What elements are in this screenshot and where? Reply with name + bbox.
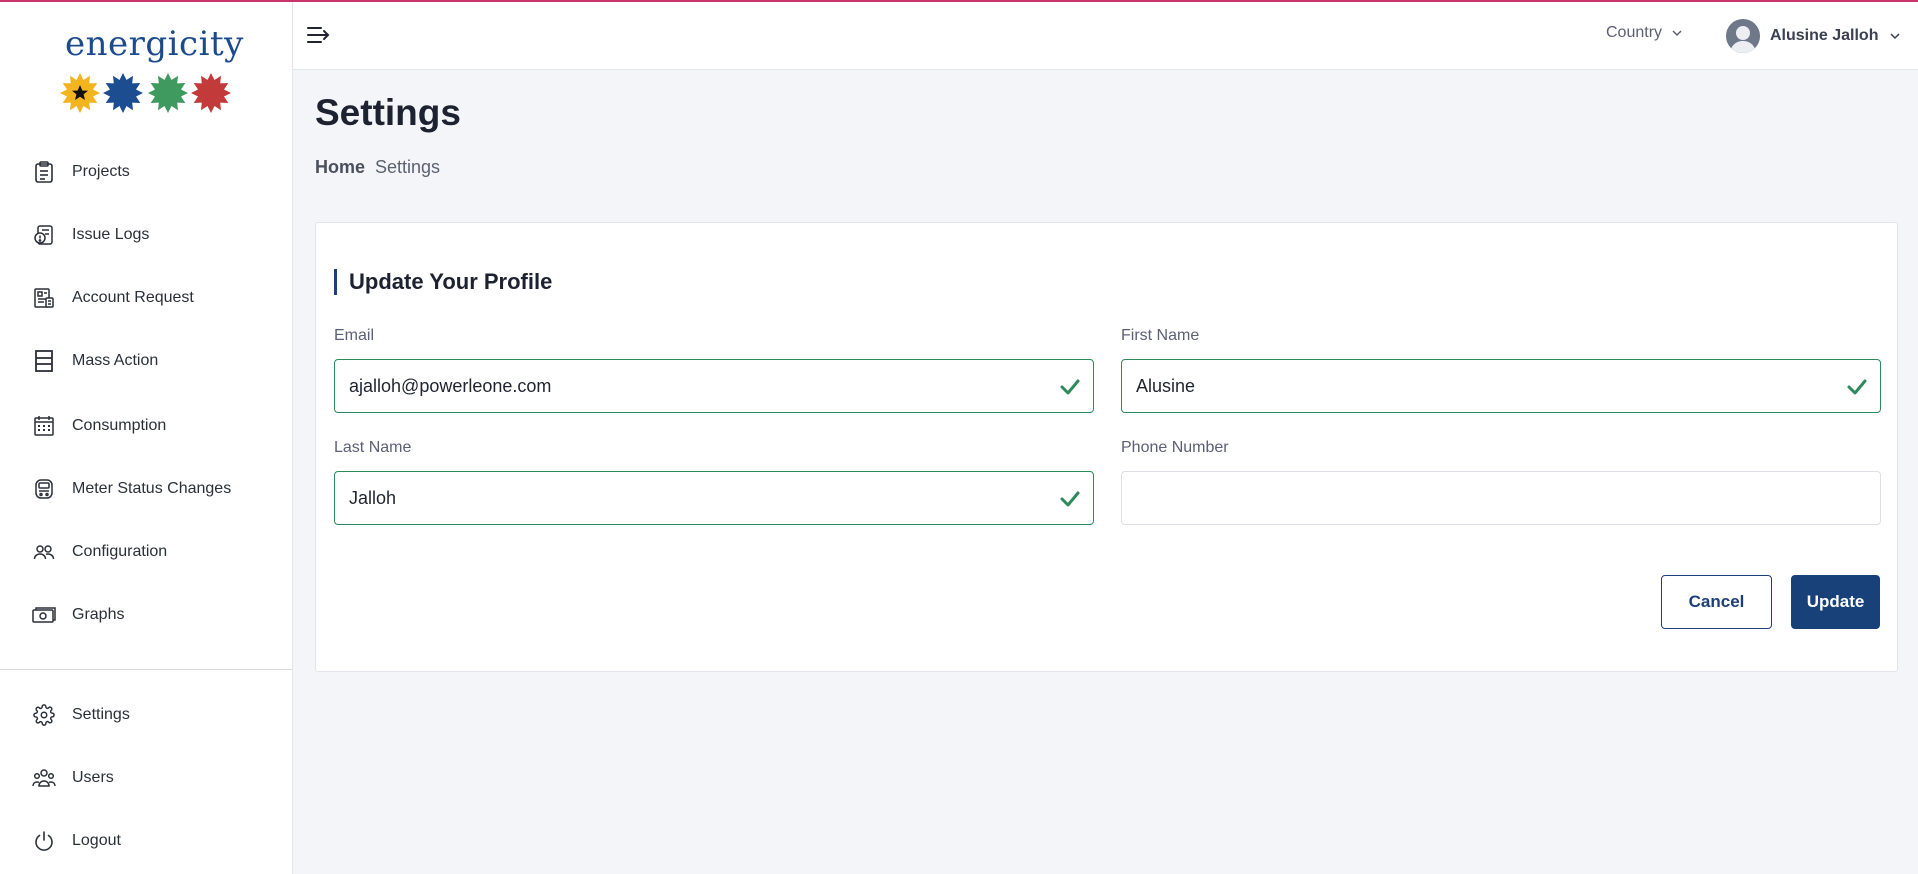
sidebar-item-logout[interactable]: Logout [0,816,292,866]
sidebar-item-label: Logout [72,832,121,849]
breadcrumb-current: Settings [375,157,441,177]
sidebar-item-account-request[interactable]: Account Request [0,273,292,323]
top-header: Country Alusine Jalloh [293,2,1918,70]
meter-icon [32,477,56,501]
issue-log-icon [32,223,56,247]
gear-icon [32,703,56,727]
sidebar-item-label: Graphs [72,606,125,623]
cash-icon [32,603,56,627]
last-name-field[interactable] [335,472,1093,524]
users-group-icon [32,766,56,790]
cancel-button[interactable]: Cancel [1661,575,1772,629]
user-menu[interactable]: Alusine Jalloh [1726,18,1900,54]
logo-text: energicity [65,24,244,64]
sidebar-item-label: Account Request [72,289,194,306]
logo-stars-icon [60,73,231,113]
card-title: Update Your Profile [334,269,552,295]
energicity-logo[interactable]: energicity [60,24,244,116]
clipboard-list-icon [32,160,56,184]
sidebar-item-users[interactable]: Users [0,753,292,803]
sidebar-item-label: Consumption [72,417,167,434]
sidebar: energicity Projects Issue Logs Account R… [0,0,293,874]
user-name: Alusine Jalloh [1770,27,1879,44]
menu-toggle-icon[interactable] [306,23,332,47]
country-selector[interactable]: Country [1606,24,1682,42]
sidebar-item-label: Meter Status Changes [72,480,232,497]
sidebar-item-label: Settings [72,706,130,723]
check-icon [1060,491,1080,507]
sidebar-item-label: Mass Action [72,352,159,369]
power-icon [32,829,56,853]
sidebar-item-configuration[interactable]: Configuration [0,527,292,577]
users-pair-icon [32,540,56,564]
breadcrumb-home-link[interactable]: Home [315,157,365,178]
country-label: Country [1606,24,1663,41]
profile-card: Update Your Profile Email First Name Las… [315,222,1898,672]
page-title: Settings [315,92,461,133]
email-field[interactable] [335,360,1093,412]
grid-rows-icon [32,349,56,373]
last-name-field-wrapper [334,471,1094,525]
email-field-wrapper [334,359,1094,413]
first-name-label: First Name [1121,327,1200,344]
avatar [1726,19,1760,53]
sidebar-item-projects[interactable]: Projects [0,147,292,197]
sidebar-item-label: Configuration [72,543,168,560]
update-button[interactable]: Update [1791,575,1880,629]
phone-number-field-wrapper [1121,471,1881,525]
top-accent-bar [0,0,1918,2]
phone-number-label: Phone Number [1121,439,1229,456]
first-name-field[interactable] [1122,360,1880,412]
sidebar-divider [0,669,292,670]
breadcrumb: Home Settings [315,157,440,178]
chevron-down-icon [1672,30,1682,37]
sidebar-item-label: Projects [72,163,130,180]
sidebar-item-consumption[interactable]: Consumption [0,401,292,451]
sidebar-item-mass-action[interactable]: Mass Action [0,336,292,386]
email-label: Email [334,327,375,344]
sidebar-item-meter-status-changes[interactable]: Meter Status Changes [0,464,292,514]
first-name-field-wrapper [1121,359,1881,413]
sidebar-item-graphs[interactable]: Graphs [0,590,292,640]
sidebar-item-label: Users [72,769,114,786]
last-name-label: Last Name [334,439,412,456]
sidebar-item-settings[interactable]: Settings [0,690,292,740]
phone-number-field[interactable] [1122,472,1880,524]
calendar-icon [32,414,56,438]
chevron-down-icon [1890,33,1900,40]
sidebar-item-label: Issue Logs [72,226,150,243]
account-request-icon [32,286,56,310]
sidebar-item-issue-logs[interactable]: Issue Logs [0,210,292,260]
check-icon [1060,379,1080,395]
check-icon [1847,379,1867,395]
